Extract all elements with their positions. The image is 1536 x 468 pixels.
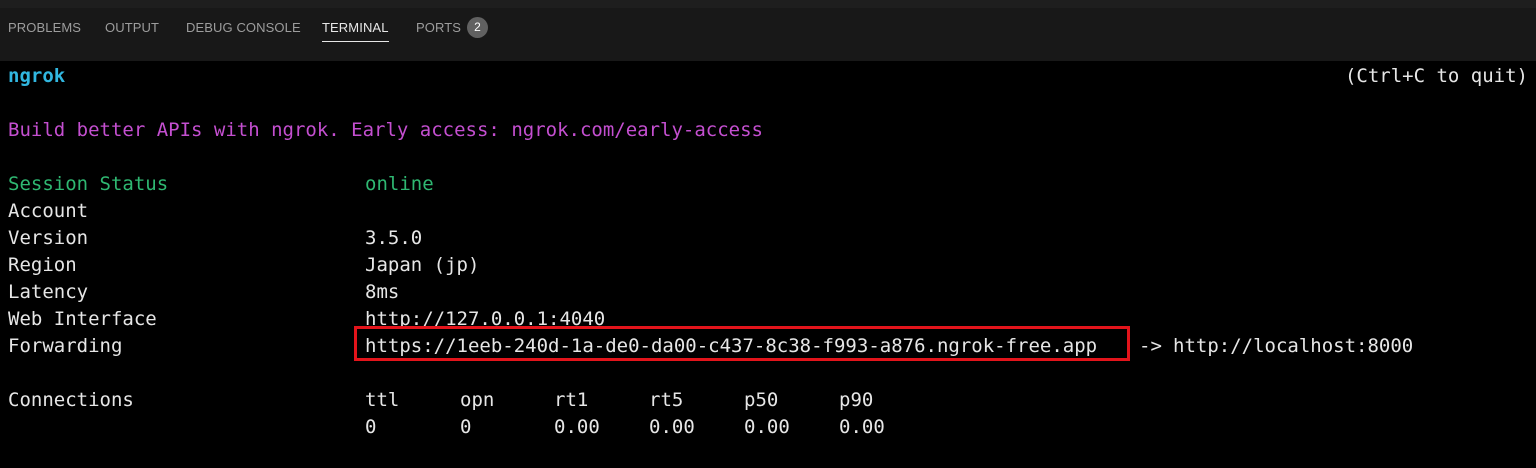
tab-terminal[interactable]: TERMINAL	[322, 8, 389, 61]
tab-terminal-label: TERMINAL	[322, 20, 389, 35]
connections-value-rt1: 0.00	[554, 416, 600, 438]
session-status-label: Session Status	[8, 173, 169, 195]
terminal-output[interactable]: ngrok (Ctrl+C to quit) Build better APIs…	[0, 61, 1536, 468]
region-value: Japan (jp)	[365, 254, 480, 276]
web-interface-label: Web Interface	[8, 308, 157, 330]
account-label: Account	[8, 200, 89, 222]
connections-header-p90: p90	[839, 389, 874, 411]
version-label: Version	[8, 227, 89, 249]
connections-value-p90: 0.00	[839, 416, 885, 438]
connections-value-opn: 0	[460, 416, 472, 438]
connections-label: Connections	[8, 389, 134, 411]
connections-header-rt5: rt5	[649, 389, 684, 411]
terminal-app-name: ngrok	[8, 65, 66, 87]
forwarding-local-target[interactable]: http://localhost:8000	[1173, 333, 1413, 360]
forwarding-public-url[interactable]: https://1eeb-240d-1a-de0-da00-c437-8c38-…	[365, 333, 1097, 360]
web-interface-url[interactable]: http://127.0.0.1:4040	[365, 306, 605, 333]
connections-value-rt5: 0.00	[649, 416, 695, 438]
session-status-value: online	[365, 173, 434, 195]
tab-debug-console-label: DEBUG CONSOLE	[186, 20, 301, 35]
connections-value-ttl: 0	[365, 416, 377, 438]
version-value: 3.5.0	[365, 227, 423, 249]
forwarding-label: Forwarding	[8, 335, 123, 357]
region-label: Region	[8, 254, 77, 276]
connections-header-opn: opn	[460, 389, 495, 411]
connections-value-p50: 0.00	[744, 416, 790, 438]
forwarding-arrow: ->	[1139, 335, 1162, 357]
tab-ports-label: PORTS	[416, 20, 462, 35]
connections-header-rt1: rt1	[554, 389, 589, 411]
window-top-strip	[0, 0, 1536, 8]
tab-debug-console[interactable]: DEBUG CONSOLE	[186, 8, 301, 61]
connections-header-p50: p50	[744, 389, 779, 411]
terminal-quit-hint: (Ctrl+C to quit)	[1344, 65, 1528, 87]
panel-tab-bar: PROBLEMS OUTPUT DEBUG CONSOLE TERMINAL P…	[0, 8, 1536, 61]
tab-ports[interactable]: PORTS 2	[416, 8, 489, 61]
tab-problems[interactable]: PROBLEMS	[8, 8, 81, 61]
latency-value: 8ms	[365, 281, 400, 303]
ports-count-badge: 2	[467, 16, 489, 38]
tab-problems-label: PROBLEMS	[8, 20, 82, 35]
connections-header-ttl: ttl	[365, 389, 400, 411]
tab-output-label: OUTPUT	[105, 20, 160, 35]
tab-output[interactable]: OUTPUT	[105, 8, 159, 61]
latency-label: Latency	[8, 281, 89, 303]
terminal-promo-line: Build better APIs with ngrok. Early acce…	[8, 119, 763, 141]
